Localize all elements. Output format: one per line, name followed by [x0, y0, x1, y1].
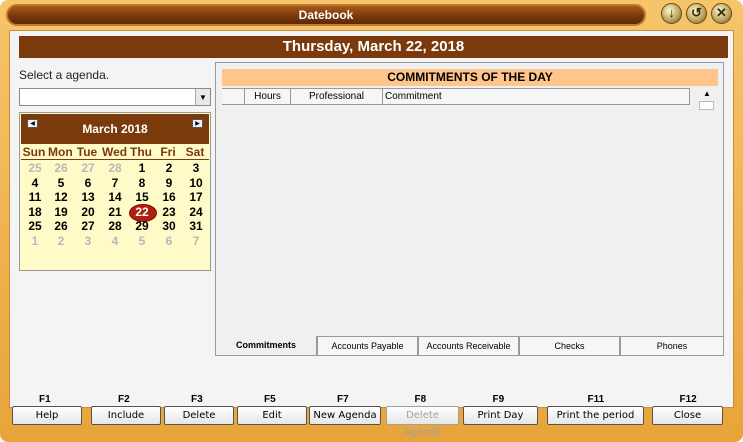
tab-accounts-receivable[interactable]: Accounts Receivable: [418, 336, 519, 356]
weekday-label: Wed: [102, 145, 128, 159]
fkey-label-f2: F2: [118, 394, 130, 405]
calendar-day[interactable]: 26: [49, 161, 73, 175]
calendar-day-selected[interactable]: 22: [130, 205, 154, 219]
fkey-label-f7: F7: [337, 394, 349, 405]
title-bar[interactable]: Datebook: [6, 4, 646, 26]
calendar-day[interactable]: 16: [157, 190, 181, 204]
column-header-hours[interactable]: Hours: [244, 89, 290, 104]
calendar-day[interactable]: 2: [157, 161, 181, 175]
scroll-up-icon[interactable]: ▲: [699, 87, 715, 101]
calendar-day[interactable]: 27: [76, 161, 100, 175]
fkey-label-f9: F9: [492, 394, 505, 405]
calendar-day[interactable]: 5: [49, 176, 73, 190]
weekday-label: Mon: [48, 145, 73, 159]
client-area: Thursday, March 22, 2018 Select a agenda…: [9, 30, 734, 408]
edit-button[interactable]: Edit: [237, 406, 307, 425]
calendar-day[interactable]: 12: [49, 190, 73, 204]
scroll-thumb[interactable]: [699, 101, 714, 110]
weekday-label: Sun: [22, 145, 46, 159]
fkey-label-f1: F1: [39, 394, 51, 405]
calendar-day[interactable]: 15: [130, 190, 154, 204]
column-header-commitment[interactable]: Commitment: [382, 89, 690, 104]
calendar-month-label: March 2018: [82, 122, 148, 136]
fkey-label-f8: F8: [414, 394, 427, 405]
delete-button[interactable]: Delete: [164, 406, 234, 425]
weekday-label: Thu: [130, 145, 152, 159]
weekday-label: Sat: [185, 145, 205, 159]
calendar-day[interactable]: 6: [157, 234, 181, 248]
calendar-day[interactable]: 20: [76, 205, 100, 219]
new-agenda-button[interactable]: New Agenda: [309, 406, 381, 425]
calendar-day[interactable]: 25: [23, 219, 47, 233]
column-header-professional[interactable]: Professional: [290, 89, 382, 104]
calendar-day[interactable]: 5: [130, 234, 154, 248]
chevron-down-icon[interactable]: ▼: [195, 89, 210, 105]
delete-agenda-button[interactable]: Delete Agenda: [386, 406, 459, 438]
function-key-bar: F1 Help F2 Include F3 Delete F5 Edit F7 New Agend…: [9, 384, 734, 438]
commitments-scrollbar[interactable]: ▲ ▼: [699, 87, 715, 347]
print-the-period-button[interactable]: Print the period: [547, 406, 644, 425]
calendar-day[interactable]: 28: [103, 219, 127, 233]
window-title: Datebook: [298, 8, 354, 22]
include-button[interactable]: Include: [91, 406, 161, 425]
agenda-label: Select a agenda.: [19, 68, 110, 82]
minimize-icon[interactable]: ↓: [661, 3, 682, 24]
calendar-day[interactable]: 4: [23, 176, 47, 190]
calendar-day[interactable]: 14: [103, 190, 127, 204]
fkey-label-f5: F5: [264, 394, 276, 405]
calendar-day[interactable]: 3: [76, 234, 100, 248]
datebook-window: Datebook ↓ ↺ ✕ Thursday, March 22, 2018 …: [0, 0, 743, 442]
calendar-day[interactable]: 30: [157, 219, 181, 233]
maximize-icon[interactable]: ↺: [686, 3, 707, 24]
fkey-label-f12: F12: [679, 394, 697, 405]
tab-accounts-payable[interactable]: Accounts Payable: [317, 336, 418, 356]
print-day-button[interactable]: Print Day: [463, 406, 538, 425]
help-button[interactable]: Help: [12, 406, 82, 425]
calendar-day[interactable]: 25: [23, 161, 47, 175]
calendar-day[interactable]: 7: [184, 234, 208, 248]
calendar-day[interactable]: 7: [103, 176, 127, 190]
agenda-select[interactable]: ▼: [19, 88, 211, 106]
fkey-label-f11: F11: [587, 394, 605, 405]
month-calendar: ◀ March 2018 ▶ Sun Mon Tue Wed Thu Fri Sat 25 2…: [19, 112, 211, 271]
calendar-day[interactable]: 29: [130, 219, 154, 233]
calendar-day[interactable]: 8: [130, 176, 154, 190]
close-button[interactable]: Close: [652, 406, 723, 425]
calendar-header: ◀ March 2018 ▶: [21, 114, 209, 144]
bottom-tabs: Commitments Accounts Payable Accounts Re…: [215, 336, 724, 356]
calendar-day[interactable]: 17: [184, 190, 208, 204]
calendar-day[interactable]: 19: [49, 205, 73, 219]
calendar-day[interactable]: 11: [23, 190, 47, 204]
fkey-label-f3: F3: [191, 394, 203, 405]
tab-checks[interactable]: Checks: [519, 336, 620, 356]
calendar-day[interactable]: 13: [76, 190, 100, 204]
weekday-label: Tue: [76, 145, 98, 159]
calendar-day[interactable]: 21: [103, 205, 127, 219]
calendar-day[interactable]: 4: [103, 234, 127, 248]
calendar-day[interactable]: 10: [184, 176, 208, 190]
tab-phones[interactable]: Phones: [620, 336, 724, 356]
next-month-icon[interactable]: ▶: [192, 119, 203, 128]
date-header: Thursday, March 22, 2018: [19, 36, 728, 58]
calendar-day[interactable]: 1: [23, 234, 47, 248]
calendar-day[interactable]: 28: [103, 161, 127, 175]
calendar-day[interactable]: 2: [49, 234, 73, 248]
calendar-day[interactable]: 23: [157, 205, 181, 219]
calendar-day[interactable]: 1: [130, 161, 154, 175]
close-icon[interactable]: ✕: [711, 3, 732, 24]
calendar-day[interactable]: 26: [49, 219, 73, 233]
calendar-day[interactable]: 24: [184, 205, 208, 219]
weekday-row: Sun Mon Tue Wed Thu Fri Sat: [21, 145, 209, 160]
calendar-day[interactable]: 18: [23, 205, 47, 219]
commitments-panel: COMMITMENTS OF THE DAY Hours Professiona…: [215, 62, 724, 352]
commitments-grid-header: Hours Professional Commitment: [222, 88, 690, 105]
calendar-day[interactable]: 9: [157, 176, 181, 190]
tab-commitments[interactable]: Commitments: [215, 336, 317, 356]
calendar-day[interactable]: 6: [76, 176, 100, 190]
commitments-title: COMMITMENTS OF THE DAY: [222, 69, 718, 86]
calendar-day[interactable]: 27: [76, 219, 100, 233]
calendar-day[interactable]: 31: [184, 219, 208, 233]
weekday-label: Fri: [160, 145, 176, 159]
calendar-day[interactable]: 3: [184, 161, 208, 175]
